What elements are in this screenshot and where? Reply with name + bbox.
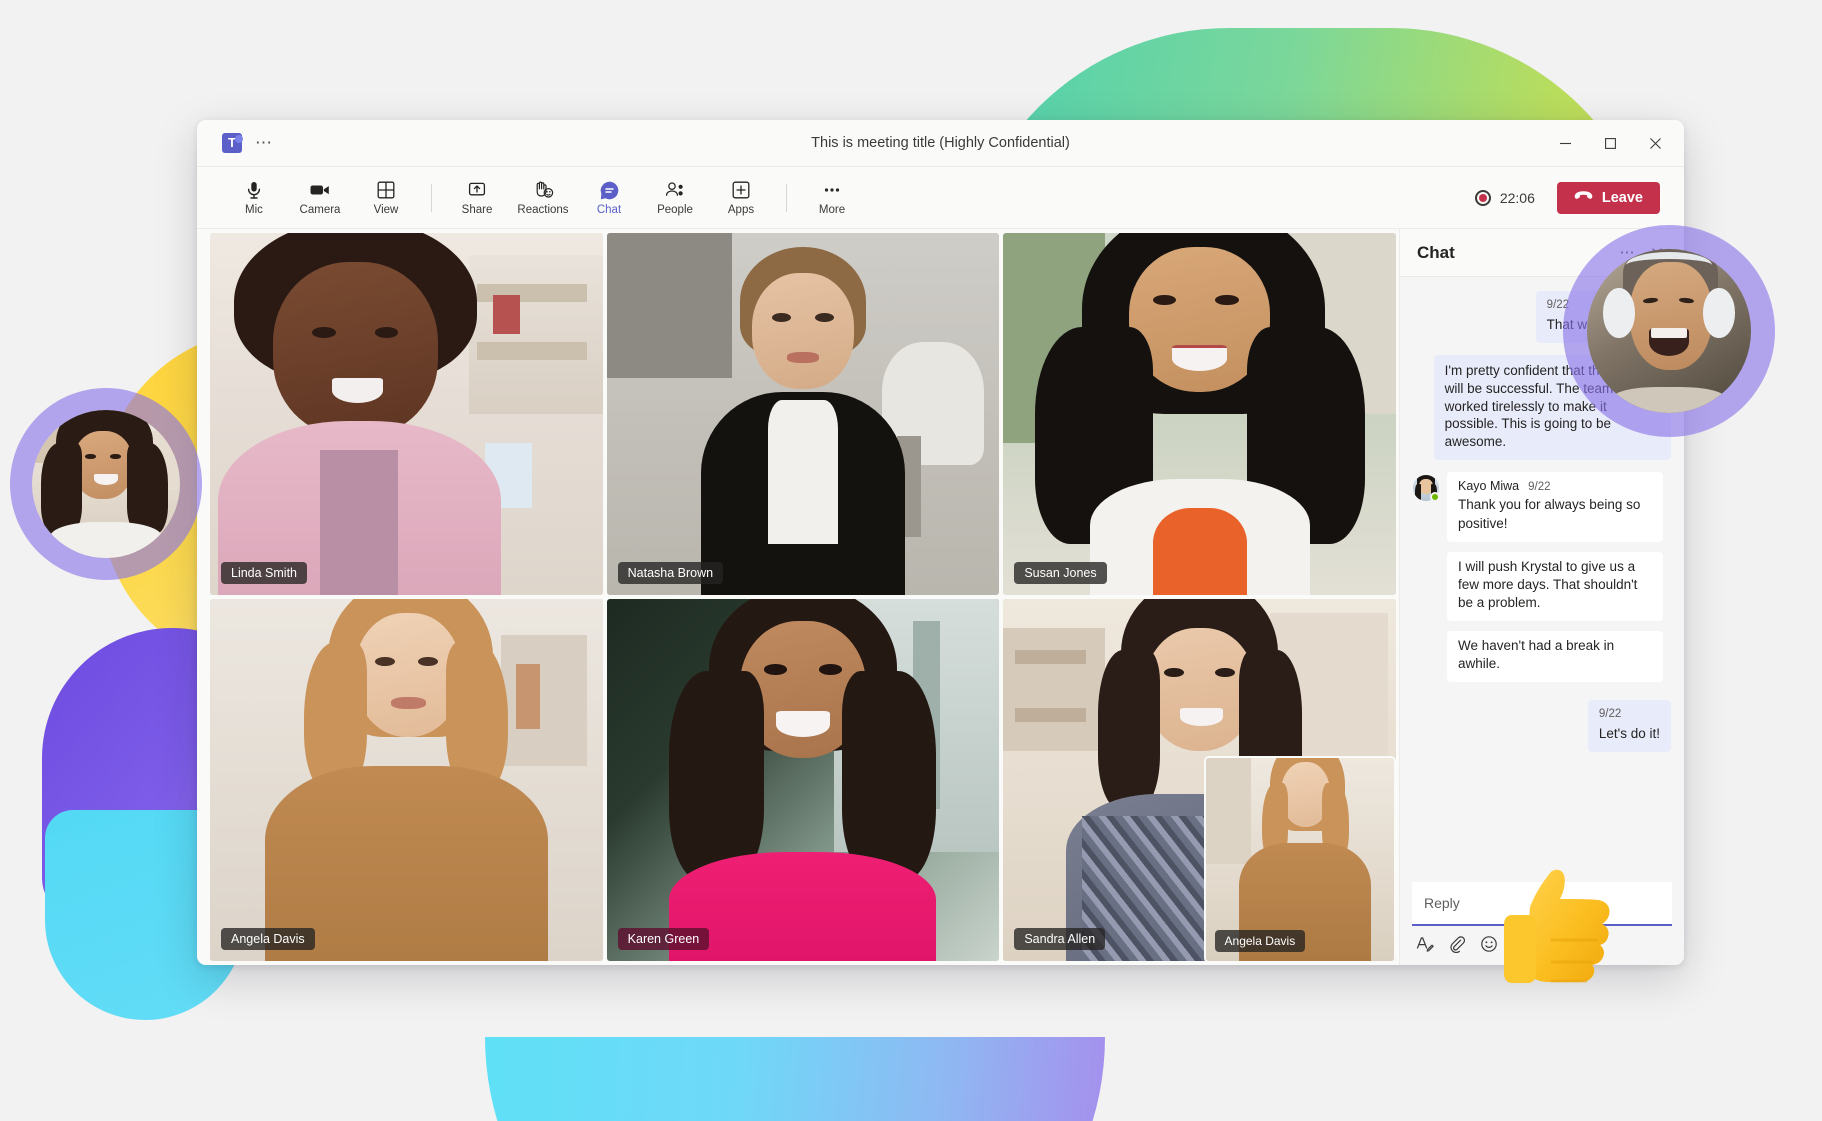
video-grid: Linda Smith Natasha Brown Susan Jones An…	[197, 229, 1399, 965]
bottom-gradient-shape	[485, 1037, 1105, 1121]
video-tile-angela-davis[interactable]: Angela Davis	[210, 599, 603, 961]
participant-name-tag: Angela Davis	[221, 928, 315, 950]
video-feed	[606, 233, 1000, 595]
presence-available-icon	[1430, 492, 1440, 503]
participant-name-tag: Linda Smith	[221, 562, 308, 584]
toolbar-label-apps: Apps	[727, 204, 755, 216]
window-title-bar: ⋯ This is meeting title (Highly Confiden…	[197, 120, 1684, 167]
toolbar-button-more[interactable]: More	[799, 170, 865, 226]
record-dot-icon	[1474, 189, 1491, 206]
grid-view-icon	[376, 179, 396, 201]
toolbar-label-chat: Chat	[596, 204, 622, 216]
video-feed	[606, 599, 1000, 961]
message-timestamp: 9/22	[1528, 481, 1551, 494]
chat-message-outgoing: 9/22 Let's do it!	[1587, 700, 1671, 752]
video-feed	[210, 599, 603, 961]
chat-bubble-icon	[599, 179, 620, 201]
video-tile-susan-jones[interactable]: Susan Jones	[1003, 233, 1396, 595]
toolbar-button-camera[interactable]: Camera	[287, 170, 353, 226]
meeting-stage: Linda Smith Natasha Brown Susan Jones An…	[197, 229, 1684, 965]
video-feed	[210, 233, 603, 595]
toolbar-button-share[interactable]: Share	[444, 170, 510, 226]
close-button[interactable]	[1633, 121, 1678, 165]
teams-meeting-window: ⋯ This is meeting title (Highly Confiden…	[197, 120, 1684, 965]
more-ellipsis-icon	[822, 179, 842, 201]
toolbar-divider	[431, 183, 432, 212]
meeting-toolbar: Mic Camera View Share Reactions Chat Peo…	[197, 167, 1684, 229]
avatar[interactable]	[1413, 475, 1440, 503]
message-bubble: We haven't had a break in awhile.	[1447, 630, 1664, 682]
toolbar-divider-2	[786, 183, 787, 212]
toolbar-button-view[interactable]: View	[353, 170, 419, 226]
message-bubble: 9/22 Let's do it!	[1587, 700, 1671, 752]
message-text: I will push Krystal to give us a few mor…	[1458, 558, 1638, 610]
participant-name-tag: Natasha Brown	[617, 562, 724, 584]
camera-icon	[309, 179, 331, 201]
window-overflow-menu-icon[interactable]: ⋯	[255, 134, 274, 151]
meeting-elapsed-time: 22:06	[1499, 189, 1535, 206]
chat-message-incoming: Kayo Miwa 9/22 Thank you for always bein…	[1413, 472, 1664, 682]
picture-in-picture-tile[interactable]: Angela Davis	[1205, 758, 1394, 961]
people-icon	[664, 179, 686, 201]
toolbar-label-share: Share	[461, 204, 493, 216]
apps-plus-icon	[731, 179, 751, 201]
message-text: We haven't had a break in awhile.	[1458, 637, 1615, 671]
right-participant-avatar	[1563, 225, 1775, 437]
video-tile-linda-smith[interactable]: Linda Smith	[210, 233, 603, 595]
thumbs-up-emoji	[1490, 845, 1650, 1005]
video-tile-natasha-brown[interactable]: Natasha Brown	[606, 233, 1000, 595]
toolbar-label-reactions: Reactions	[517, 204, 569, 216]
left-participant-avatar	[10, 388, 202, 580]
avatar-photo	[32, 410, 180, 558]
toolbar-button-chat[interactable]: Chat	[576, 170, 642, 226]
format-text-icon[interactable]	[1416, 935, 1434, 953]
message-text: Thank you for always being so positive!	[1458, 497, 1641, 531]
avatar-photo	[1587, 249, 1751, 413]
participant-name-tag: Sandra Allen	[1014, 928, 1106, 950]
toolbar-label-view: View	[373, 204, 399, 216]
leave-button-label: Leave	[1601, 189, 1643, 206]
toolbar-label-more: More	[818, 204, 846, 216]
share-tray-icon	[467, 179, 487, 201]
microphone-icon	[244, 179, 264, 201]
hangup-icon	[1574, 190, 1593, 206]
message-text: Let's do it!	[1598, 726, 1660, 742]
message-author: Kayo Miwa	[1458, 479, 1520, 494]
minimize-button[interactable]	[1543, 121, 1588, 165]
participant-name-tag: Susan Jones	[1014, 562, 1107, 584]
toolbar-button-people[interactable]: People	[642, 170, 708, 226]
message-timestamp: 9/22	[1598, 708, 1622, 720]
message-bubble: I will push Krystal to give us a few mor…	[1447, 551, 1664, 621]
teams-logo-icon[interactable]	[222, 133, 243, 153]
video-tile-karen-green[interactable]: Karen Green	[606, 599, 1000, 961]
toolbar-button-reactions[interactable]: Reactions	[510, 170, 576, 226]
toolbar-button-mic[interactable]: Mic	[221, 170, 287, 226]
video-feed	[1003, 233, 1396, 595]
recording-indicator: 22:06	[1474, 189, 1535, 206]
video-tile-sandra-allen[interactable]: Angela Davis Sandra Allen	[1003, 599, 1396, 961]
attach-paperclip-icon[interactable]	[1448, 935, 1466, 953]
toolbar-label-mic: Mic	[245, 204, 263, 216]
toolbar-button-apps[interactable]: Apps	[708, 170, 774, 226]
pip-participant-name-tag: Angela Davis	[1214, 930, 1306, 952]
maximize-button[interactable]	[1588, 121, 1633, 165]
toolbar-label-people: People	[657, 204, 693, 216]
chat-panel-title: Chat	[1417, 242, 1455, 262]
reactions-hand-icon	[533, 179, 554, 201]
message-bubble: Kayo Miwa 9/22 Thank you for always bein…	[1447, 472, 1664, 542]
leave-button[interactable]: Leave	[1556, 181, 1660, 214]
participant-name-tag: Karen Green	[617, 928, 710, 950]
toolbar-label-camera: Camera	[299, 204, 341, 216]
meeting-title: This is meeting title (Highly Confidenti…	[811, 135, 1070, 151]
